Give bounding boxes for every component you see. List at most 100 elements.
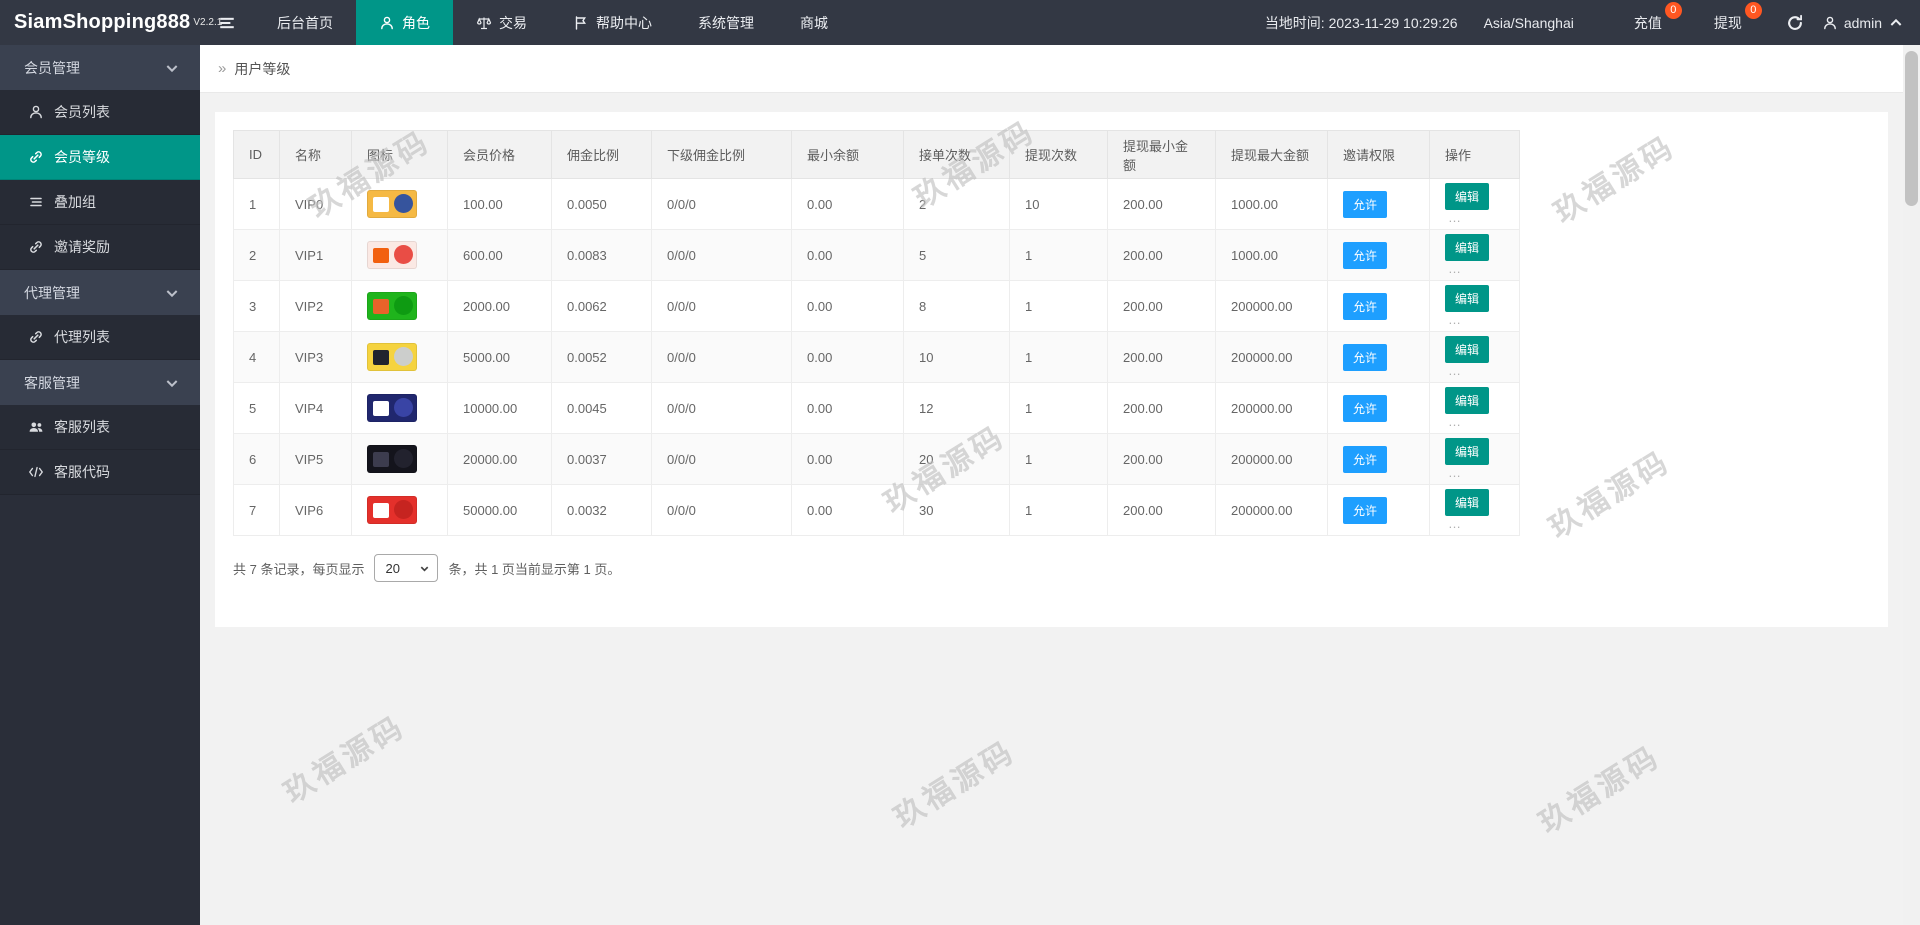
cell-invite: 允许: [1328, 332, 1430, 383]
more-actions: …: [1448, 465, 1462, 480]
table-row: 5VIP410000.000.00450/0/00.00121200.00200…: [234, 383, 1520, 434]
invite-allow-button[interactable]: 允许: [1343, 497, 1387, 524]
edit-button[interactable]: 编辑: [1445, 234, 1489, 261]
cell-min-balance: 0.00: [792, 179, 904, 230]
more-actions: …: [1448, 210, 1462, 225]
page-scrollbar[interactable]: [1903, 45, 1920, 925]
cell-withdraw-count: 1: [1010, 332, 1108, 383]
user-menu[interactable]: admin: [1822, 15, 1904, 31]
sidebar-group-label: 代理管理: [24, 283, 80, 303]
recharge-button[interactable]: 充值 0: [1618, 13, 1678, 33]
cell-id: 2: [234, 230, 280, 281]
cell-withdraw-count: 1: [1010, 281, 1108, 332]
invite-allow-button[interactable]: 允许: [1343, 242, 1387, 269]
table-row: 4VIP35000.000.00520/0/00.00101200.002000…: [234, 332, 1520, 383]
cell-name: VIP3: [280, 332, 352, 383]
column-header: 提现次数: [1010, 131, 1108, 179]
nav-tab-label: 商城: [800, 13, 828, 33]
sidebar-group-label: 会员管理: [24, 58, 80, 78]
sidebar-item-stack-group[interactable]: 叠加组: [0, 180, 200, 225]
sidebar-item-label: 会员等级: [54, 147, 110, 167]
cell-invite: 允许: [1328, 485, 1430, 536]
local-time: 当地时间: 2023-11-29 10:29:26: [1265, 13, 1458, 33]
sidebar-item-service-list[interactable]: 客服列表: [0, 405, 200, 450]
sidebar-group-agent-management[interactable]: 代理管理: [0, 270, 200, 315]
cell-order-count: 20: [904, 434, 1010, 485]
invite-allow-button[interactable]: 允许: [1343, 191, 1387, 218]
invite-allow-button[interactable]: 允许: [1343, 395, 1387, 422]
invite-allow-button[interactable]: 允许: [1343, 293, 1387, 320]
sidebar-item-label: 客服代码: [54, 462, 110, 482]
cell-name: VIP6: [280, 485, 352, 536]
cell-withdraw-max: 200000.00: [1216, 281, 1328, 332]
cell-price: 5000.00: [448, 332, 552, 383]
withdraw-badge: 0: [1745, 2, 1762, 19]
link-icon: [28, 149, 44, 165]
nav-tab-home[interactable]: 后台首页: [254, 0, 356, 45]
sidebar-item-member-list[interactable]: 会员列表: [0, 90, 200, 135]
cell-withdraw-max: 200000.00: [1216, 434, 1328, 485]
cell-withdraw-min: 200.00: [1108, 485, 1216, 536]
cell-order-count: 12: [904, 383, 1010, 434]
page-size-value: 20: [385, 561, 399, 576]
cell-action: 编辑…: [1430, 332, 1520, 383]
edit-button[interactable]: 编辑: [1445, 285, 1489, 312]
sidebar-group-service-management[interactable]: 客服管理: [0, 360, 200, 405]
sidebar-item-label: 客服列表: [54, 417, 110, 437]
cell-min-balance: 0.00: [792, 332, 904, 383]
nav-tab-mall[interactable]: 商城: [777, 0, 851, 45]
cell-name: VIP2: [280, 281, 352, 332]
collapse-sidebar-button[interactable]: [200, 0, 254, 45]
nav-tab-roles[interactable]: 角色: [356, 0, 453, 45]
column-header: 操作: [1430, 131, 1520, 179]
vip-icon-image: [367, 292, 417, 320]
sidebar-item-service-code[interactable]: 客服代码: [0, 450, 200, 495]
cell-name: VIP1: [280, 230, 352, 281]
nav-tab-trade[interactable]: 交易: [453, 0, 550, 45]
invite-allow-button[interactable]: 允许: [1343, 344, 1387, 371]
withdraw-button[interactable]: 提现 0: [1698, 13, 1758, 33]
vip-icon-image: [367, 343, 417, 371]
sidebar-item-agent-list[interactable]: 代理列表: [0, 315, 200, 360]
more-actions: …: [1448, 261, 1462, 276]
vip-icon-image: [367, 445, 417, 473]
column-header: 邀请权限: [1328, 131, 1430, 179]
sidebar-item-member-level[interactable]: 会员等级: [0, 135, 200, 180]
cell-icon: [352, 230, 448, 281]
edit-button[interactable]: 编辑: [1445, 183, 1489, 210]
cell-icon: [352, 281, 448, 332]
invite-allow-button[interactable]: 允许: [1343, 446, 1387, 473]
sidebar-group-member-management[interactable]: 会员管理: [0, 45, 200, 90]
nav-tab-label: 后台首页: [277, 13, 333, 33]
edit-button[interactable]: 编辑: [1445, 438, 1489, 465]
sidebar-item-invite-reward[interactable]: 邀请奖励: [0, 225, 200, 270]
more-actions: …: [1448, 516, 1462, 531]
person-icon: [379, 15, 395, 31]
sidebar-group-label: 客服管理: [24, 373, 80, 393]
refresh-button[interactable]: [1786, 14, 1804, 32]
nav-tab-help-center[interactable]: 帮助中心: [550, 0, 675, 45]
edit-button[interactable]: 编辑: [1445, 387, 1489, 414]
scrollbar-thumb[interactable]: [1905, 51, 1918, 206]
edit-button[interactable]: 编辑: [1445, 336, 1489, 363]
breadcrumb-marker-icon: »: [218, 60, 226, 77]
topbar-right: 当地时间: 2023-11-29 10:29:26 Asia/Shanghai …: [1265, 0, 1920, 45]
cell-min-balance: 0.00: [792, 485, 904, 536]
table-row: 7VIP650000.000.00320/0/00.00301200.00200…: [234, 485, 1520, 536]
cell-min-balance: 0.00: [792, 230, 904, 281]
vip-icon-image: [367, 241, 417, 269]
cell-withdraw-max: 1000.00: [1216, 230, 1328, 281]
top-nav: 后台首页 角色交易帮助中心系统管理 商城: [254, 0, 851, 45]
edit-button[interactable]: 编辑: [1445, 489, 1489, 516]
page-title: 用户等级: [234, 59, 290, 79]
vip-icon-detail: [373, 350, 389, 365]
page-size-select[interactable]: 20: [374, 554, 438, 582]
cell-price: 2000.00: [448, 281, 552, 332]
nav-tab-system[interactable]: 系统管理: [675, 0, 777, 45]
cell-withdraw-max: 200000.00: [1216, 383, 1328, 434]
flag-icon: [573, 15, 589, 31]
cell-order-count: 5: [904, 230, 1010, 281]
cell-withdraw-count: 1: [1010, 383, 1108, 434]
cell-withdraw-count: 1: [1010, 434, 1108, 485]
column-header: 佣金比例: [552, 131, 652, 179]
